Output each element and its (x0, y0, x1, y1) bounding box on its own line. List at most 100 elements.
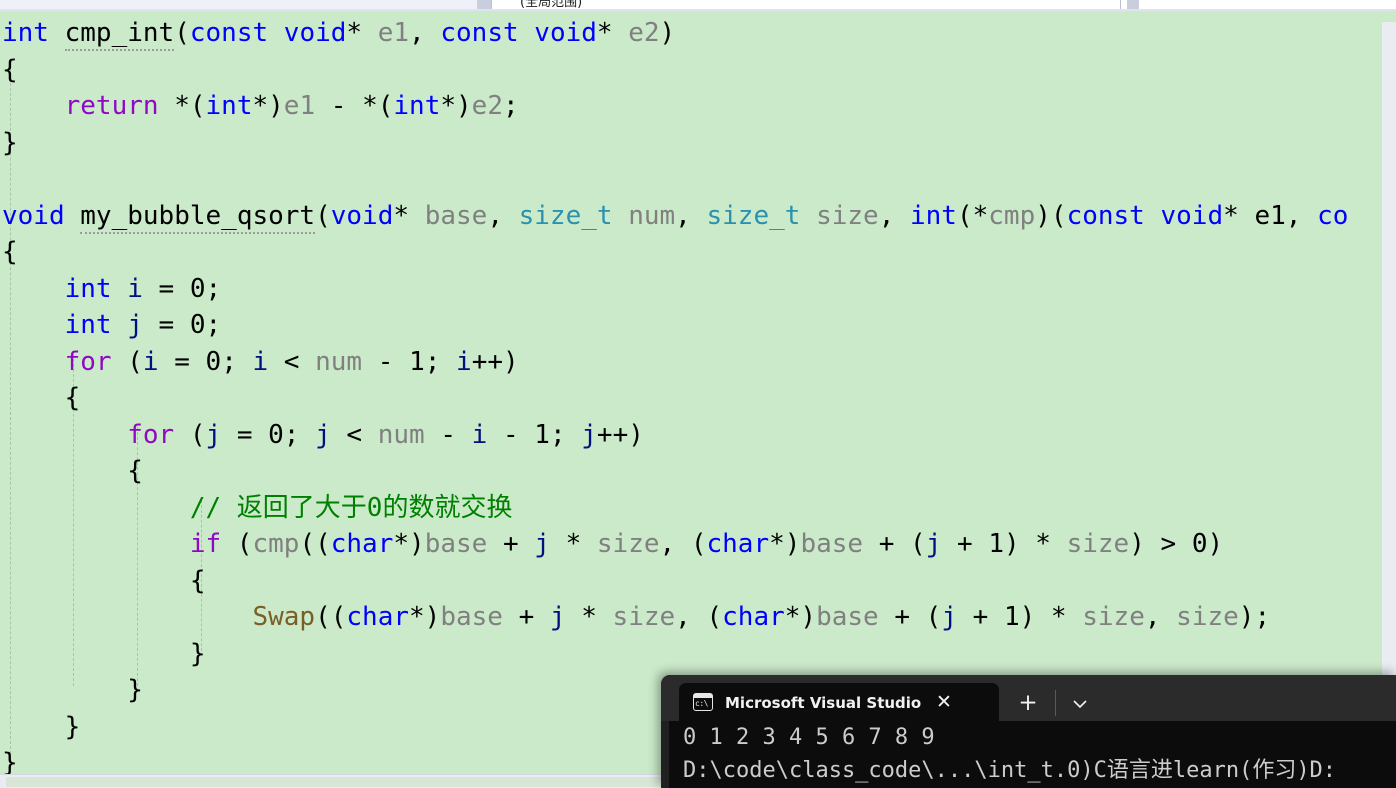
code-token: Swap (252, 602, 316, 632)
code-text[interactable]: int cmp_int(const void* e1, const void* … (2, 15, 1348, 774)
vscrollbar[interactable] (1382, 22, 1396, 774)
code-token: ++) (596, 419, 644, 450)
chevron-down-icon[interactable] (1065, 691, 1095, 717)
code-token: *) (409, 602, 441, 632)
code-token: 1 (1003, 602, 1020, 632)
terminal-tab[interactable]: Microsoft Visual Studio 调试控 ✕ (679, 683, 999, 721)
code-token: void (283, 18, 347, 48)
code-token: e2 (628, 18, 660, 48)
terminal-tab-title: Microsoft Visual Studio 调试控 (725, 693, 921, 712)
code-token: ( (221, 529, 253, 559)
code-token: } (2, 711, 81, 742)
code-token: { (2, 383, 81, 413)
code-token: * (565, 602, 613, 632)
code-token: + (941, 529, 989, 559)
code-token: ( (315, 200, 331, 231)
code-token: int (64, 310, 112, 340)
code-token: i (142, 346, 159, 377)
code-token: for (64, 346, 112, 377)
code-token: + ( (863, 529, 926, 559)
code-token: , (1144, 602, 1177, 632)
code-token: *) (440, 91, 472, 121)
code-token: < (330, 419, 378, 450)
code-token: ; (221, 346, 253, 377)
code-token: e1 (377, 18, 410, 48)
code-token: void (2, 200, 65, 231)
code-editor[interactable]: int cmp_int(const void* e1, const void* … (0, 11, 1396, 774)
code-token: * (393, 200, 425, 231)
code-token: - (487, 419, 535, 450)
code-token: = (158, 346, 206, 377)
code-token: j (534, 529, 550, 559)
code-token: , (878, 200, 910, 231)
code-token: char (706, 529, 770, 559)
code-token: char (346, 602, 410, 632)
code-token: ); (1238, 602, 1271, 632)
code-token: 0 (1191, 529, 1208, 559)
code-token: * (1223, 200, 1255, 231)
code-token: 0 (205, 346, 222, 377)
code-token: size (1176, 602, 1239, 632)
terminal-output-line: 0 1 2 3 4 5 6 7 8 9 (683, 725, 935, 750)
code-token: 0 (189, 273, 206, 304)
code-line: if (cmp((char*)base + j * size, (char*)b… (2, 526, 1348, 563)
code-line: // 返回了大于0的数就交换 (2, 490, 1348, 527)
code-token: i (471, 419, 488, 450)
chevron-down-glyph (1073, 700, 1087, 709)
code-line: return *(int*)e1 - *(int*)e2; (2, 88, 1348, 125)
code-token: ) (1207, 529, 1224, 559)
code-token: *) (784, 602, 817, 632)
code-token: ; (502, 91, 519, 121)
code-token: 0 (189, 310, 206, 340)
code-token: (* (956, 200, 989, 231)
code-token: , (1285, 200, 1318, 231)
code-line: for (i = 0; i < num - 1; i++) (2, 344, 1348, 381)
code-token: ( (174, 419, 206, 450)
terminal-output[interactable]: 0 1 2 3 4 5 6 7 8 9 D:\code\class_code\.… (669, 721, 1396, 788)
code-token: , ( (675, 602, 723, 632)
code-token: i (127, 273, 143, 304)
code-token: e1 (1254, 200, 1286, 231)
code-token: ( (111, 346, 143, 377)
code-token: j (925, 529, 942, 559)
code-token: ; (424, 346, 457, 377)
code-token: + (502, 602, 550, 632)
terminal-title-bar[interactable]: Microsoft Visual Studio 调试控 ✕ + (661, 675, 1396, 721)
code-token: size (1082, 602, 1145, 632)
code-token: , (675, 200, 707, 231)
code-token: return (64, 91, 159, 121)
close-icon[interactable]: ✕ (931, 689, 957, 715)
code-token: + (956, 602, 1004, 632)
code-token: co (1317, 200, 1349, 231)
code-token: for (127, 419, 175, 450)
terminal-window[interactable]: Microsoft Visual Studio 调试控 ✕ + 0 1 2 3 … (661, 675, 1396, 788)
code-token: = (221, 419, 269, 450)
code-line: { (2, 453, 1348, 490)
code-token: * (596, 18, 613, 48)
code-token: { (2, 456, 143, 486)
code-token: 1 (534, 419, 550, 450)
code-line: int i = 0; (2, 271, 1348, 308)
code-token: { (2, 237, 18, 267)
code-token: base (440, 602, 503, 632)
code-token: int (205, 91, 253, 121)
code-token: - (362, 346, 410, 377)
new-tab-icon[interactable]: + (1013, 689, 1043, 717)
code-token: ) (659, 18, 676, 48)
code-token: j (941, 602, 957, 632)
code-token: 0 (268, 419, 284, 450)
code-token: if (189, 529, 222, 559)
code-token: ; (205, 273, 222, 304)
code-token: int (910, 200, 957, 231)
code-token: e2 (471, 91, 503, 121)
code-token: *( (158, 91, 206, 121)
code-token: 1 (988, 529, 1004, 559)
code-token: void (1160, 200, 1224, 231)
code-token: ; (549, 419, 582, 450)
